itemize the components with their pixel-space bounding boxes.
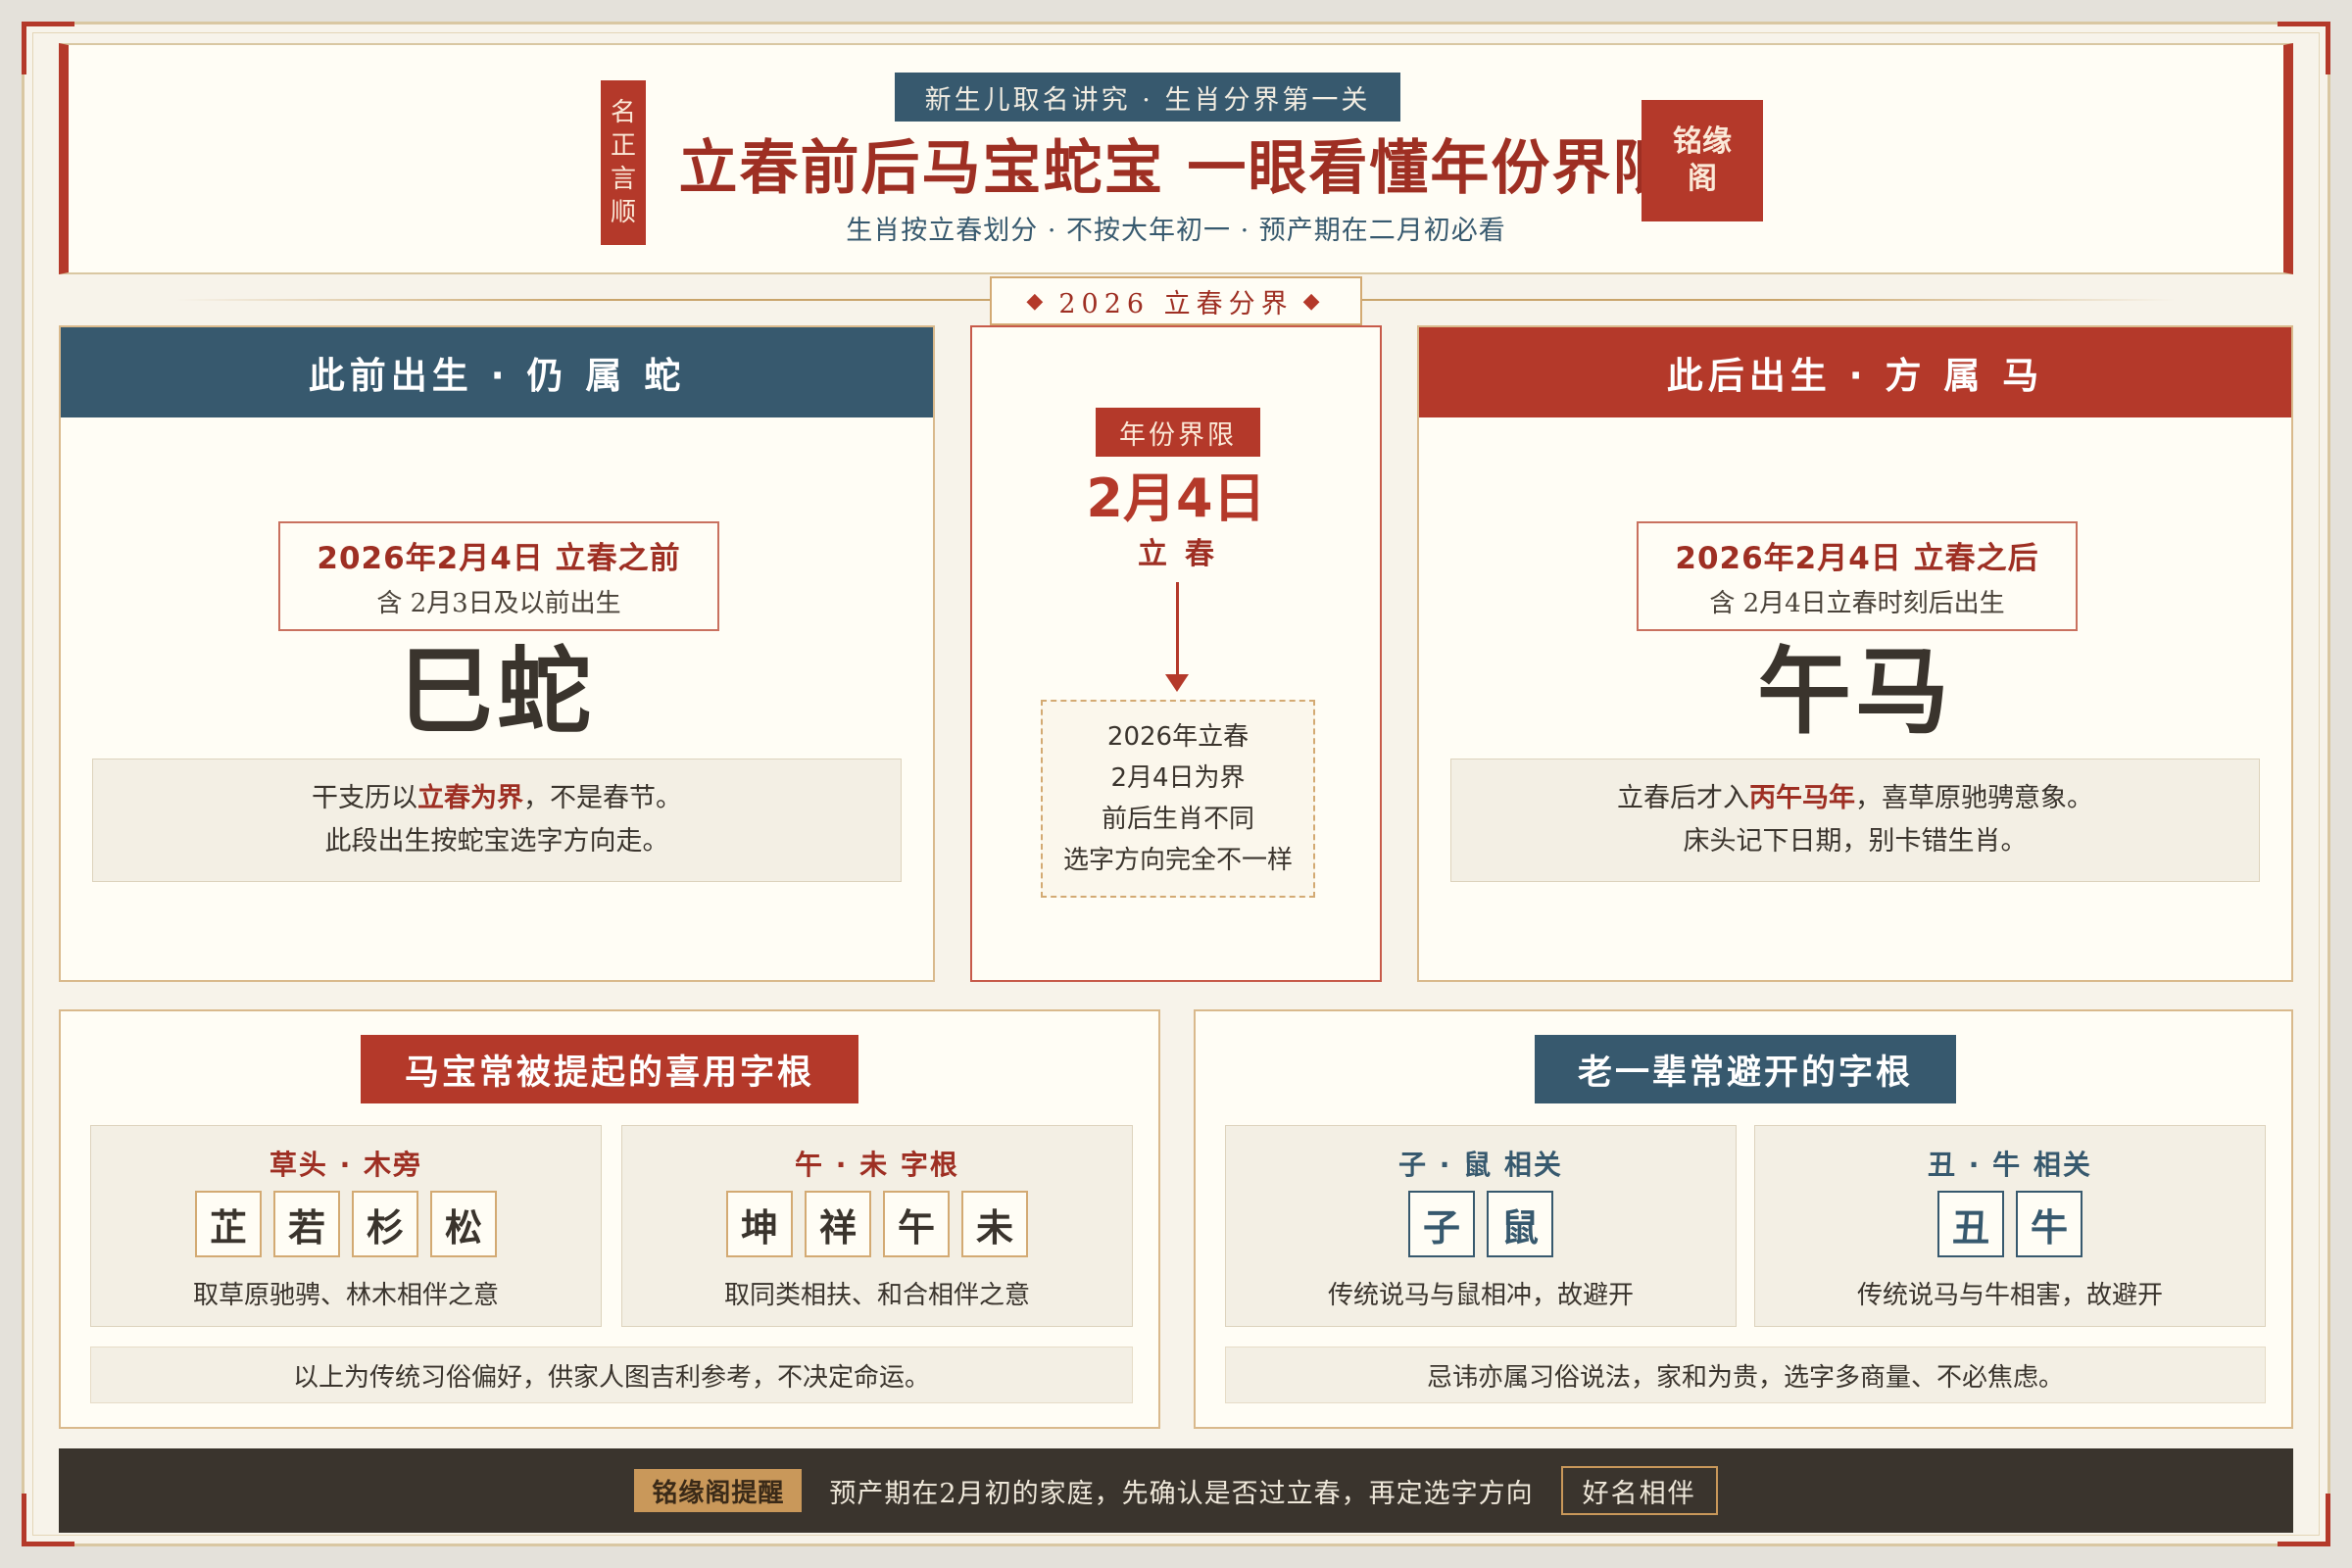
char-tile: 坤: [726, 1191, 793, 1257]
note-line: 立春后才入丙午马年，喜草原驰骋意象。: [1617, 777, 2093, 820]
char-tile: 丑: [1937, 1191, 2004, 1257]
char-row: 坤 祥 午 未: [622, 1191, 1132, 1257]
page-title: 立春前后马宝蛇宝 一眼看懂年份界限: [678, 134, 1674, 203]
note-text: ，不是春节。: [523, 783, 682, 813]
seal-char: 言: [610, 165, 636, 194]
char-tile: 祥: [805, 1191, 871, 1257]
char-group: 子 · 鼠 相关 子 鼠 传统说马与鼠相冲，故避开: [1225, 1125, 1737, 1327]
char-tile: 午: [883, 1191, 950, 1257]
date-main: 2026年2月4日 立春之后: [1675, 541, 2039, 576]
char-group: 草头 · 木旁 芷 若 杉 松 取草原驰骋、林木相伴之意: [90, 1125, 602, 1327]
seal-char: 正: [610, 131, 636, 161]
header-tag: 新生儿取名讲究 · 生肖分界第一关: [895, 73, 1400, 122]
char-tile: 若: [273, 1191, 340, 1257]
group-desc: 传统说马与鼠相冲，故避开: [1327, 1281, 1634, 1310]
note-highlight: 立春为界: [417, 783, 523, 813]
note-box: 立春后才入丙午马年，喜草原驰骋意象。 床头记下日期，别卡错生肖。: [1450, 759, 2260, 882]
boundary-line: 选字方向完全不一样: [1062, 846, 1293, 875]
divider-badge: ◆ 2026 立春分界 ◆: [990, 276, 1362, 325]
group-desc: 取草原驰骋、林木相伴之意: [192, 1281, 499, 1310]
panel-title: 马宝常被提起的喜用字根: [361, 1035, 858, 1103]
date-sub: 含 2月4日立春时刻后出生: [1709, 589, 2005, 618]
char-row: 子 鼠: [1226, 1191, 1736, 1257]
vertical-seal: 名 正 言 顺: [601, 80, 646, 245]
brand-seal: 铭缘 阁: [1642, 100, 1763, 221]
panel-note: 以上为传统习俗偏好，供家人图吉利参考，不决定命运。: [90, 1347, 1133, 1403]
solar-term: 立春: [1138, 537, 1232, 571]
arrow-head-icon: [1165, 674, 1189, 692]
footer-text: 预产期在2月初的家庭，先确认是否过立春，再定选字方向: [829, 1478, 1534, 1509]
panel-note: 忌讳亦属习俗说法，家和为贵，选字多商量、不必焦虑。: [1225, 1347, 2266, 1403]
diamond-icon: ◆: [1302, 288, 1326, 314]
footer-tag: 铭缘阁提醒: [634, 1469, 803, 1512]
note-line: 干支历以立春为界，不是春节。: [312, 777, 682, 820]
boundary-line: 前后生肖不同: [1101, 805, 1254, 834]
group-desc: 取同类相扶、和合相伴之意: [723, 1281, 1030, 1310]
arrow-down-icon: [1176, 582, 1179, 680]
boundary-line: 2026年立春: [1106, 722, 1250, 752]
footer-banner: 铭缘阁提醒 预产期在2月初的家庭，先确认是否过立春，再定选字方向 好名相伴: [59, 1448, 2293, 1533]
seal-char: 名: [610, 98, 636, 127]
note-text: 立春后才入: [1617, 783, 1749, 813]
footer-box: 好名相伴: [1560, 1466, 1718, 1515]
char-tile: 芷: [195, 1191, 262, 1257]
seal-line: 铭缘: [1673, 124, 1732, 159]
char-tile: 牛: [2016, 1191, 2082, 1257]
group-title: 子 · 鼠 相关: [1398, 1149, 1563, 1181]
avoid-panel: 老一辈常避开的字根 子 · 鼠 相关 子 鼠 传统说马与鼠相冲，故避开 丑 · …: [1194, 1009, 2293, 1429]
card-heading: 此后出生 · 方 属 马: [1419, 327, 2291, 417]
divider-label: 2026 立春分界: [1058, 288, 1294, 319]
char-tile: 杉: [352, 1191, 418, 1257]
header-banner: 名 正 言 顺 新生儿取名讲究 · 生肖分界第一关 立春前后马宝蛇宝 一眼看懂年…: [59, 43, 2293, 274]
date-main: 2026年2月4日 立春之前: [317, 541, 681, 576]
note-highlight: 丙午马年: [1749, 783, 1855, 813]
char-tile: 未: [961, 1191, 1028, 1257]
before-lichun-card: 此前出生 · 仍 属 蛇 2026年2月4日 立春之前 含 2月3日及以前出生 …: [59, 325, 935, 982]
group-title: 草头 · 木旁: [269, 1149, 423, 1181]
boundary-date: 2月4日: [1086, 467, 1266, 529]
page-subtitle: 生肖按立春划分 · 不按大年初一 · 预产期在二月初必看: [846, 216, 1506, 246]
char-group: 丑 · 牛 相关 丑 牛 传统说马与牛相害，故避开: [1754, 1125, 2266, 1327]
char-tile: 松: [430, 1191, 497, 1257]
after-lichun-card: 此后出生 · 方 属 马 2026年2月4日 立春之后 含 2月4日立春时刻后出…: [1417, 325, 2293, 982]
diamond-icon: ◆: [1026, 288, 1050, 314]
note-line: 此段出生按蛇宝选字方向走。: [324, 826, 669, 857]
boundary-tag: 年份界限: [1096, 408, 1260, 457]
favor-panel: 马宝常被提起的喜用字根 草头 · 木旁 芷 若 杉 松 取草原驰骋、林木相伴之意…: [59, 1009, 1160, 1429]
boundary-note: 2026年立春 2月4日为界 前后生肖不同 选字方向完全不一样: [1041, 700, 1315, 898]
zodiac-name: 午马: [1757, 636, 1953, 747]
char-tile: 鼠: [1487, 1191, 1553, 1257]
panel-title: 老一辈常避开的字根: [1535, 1035, 1956, 1103]
group-title: 丑 · 牛 相关: [1928, 1149, 2092, 1181]
card-heading: 此前出生 · 仍 属 蛇: [61, 327, 933, 417]
seal-line: 阁: [1688, 162, 1717, 196]
char-tile: 子: [1408, 1191, 1475, 1257]
note-text: ，喜草原驰骋意象。: [1855, 783, 2093, 813]
group-desc: 传统说马与牛相害，故避开: [1856, 1281, 2163, 1310]
char-row: 芷 若 杉 松: [91, 1191, 601, 1257]
boundary-line: 2月4日为界: [1110, 763, 1246, 793]
char-row: 丑 牛: [1755, 1191, 2265, 1257]
note-text: 干支历以: [312, 783, 417, 813]
note-box: 干支历以立春为界，不是春节。 此段出生按蛇宝选字方向走。: [92, 759, 902, 882]
boundary-card: 年份界限 2月4日 立春 2026年立春 2月4日为界 前后生肖不同 选字方向完…: [970, 325, 1382, 982]
seal-char: 顺: [610, 198, 636, 227]
note-line: 床头记下日期，别卡错生肖。: [1683, 826, 2028, 857]
zodiac-name: 巳蛇: [399, 636, 595, 747]
date-box: 2026年2月4日 立春之后 含 2月4日立春时刻后出生: [1637, 521, 2078, 631]
date-box: 2026年2月4日 立春之前 含 2月3日及以前出生: [278, 521, 719, 631]
group-title: 午 · 未 字根: [795, 1149, 959, 1181]
date-sub: 含 2月3日及以前出生: [376, 589, 621, 618]
char-group: 午 · 未 字根 坤 祥 午 未 取同类相扶、和合相伴之意: [621, 1125, 1133, 1327]
